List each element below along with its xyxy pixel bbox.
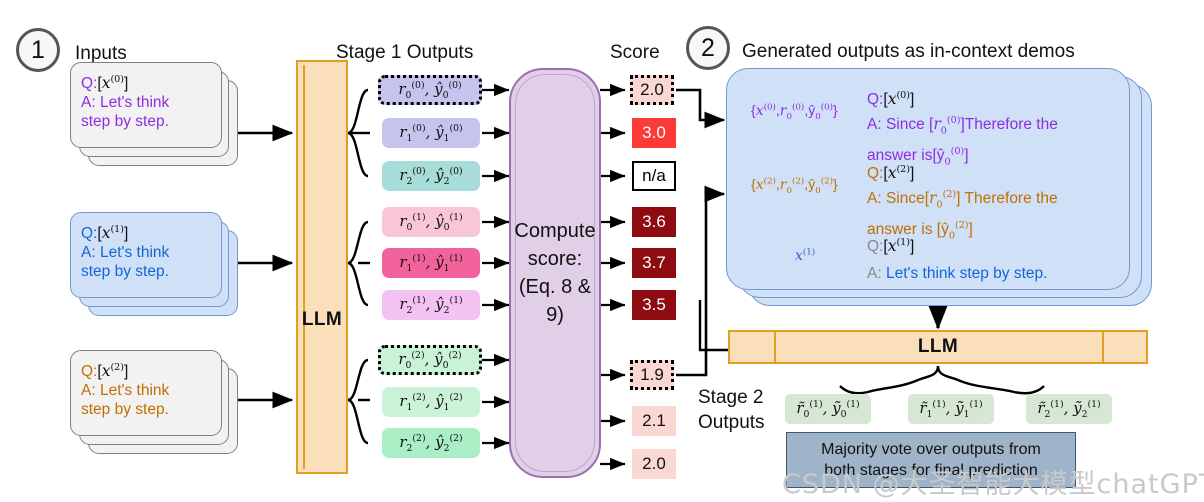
stage1-output-0[interactable]: r0(0), ŷ0(0): [378, 75, 482, 105]
score-chip-7[interactable]: 2.1: [632, 406, 676, 436]
watermark: CSDN @大圣智能大模型chatGPT培训咨询叶梓: [782, 469, 1204, 500]
stage1-output-6[interactable]: r0(2), ŷ0(2): [378, 345, 482, 375]
llm-bar-label: LLM: [917, 336, 959, 357]
stage2-output-0[interactable]: r̃0(1), ỹ0(1): [785, 394, 871, 424]
llm-bar-stage2[interactable]: LLM: [728, 330, 1148, 364]
demo-query-a: A: Let's think step by step.: [867, 265, 1048, 283]
heading-stage2-line2: Outputs: [698, 412, 765, 433]
heading-generated-demos: Generated outputs as in-context demos: [742, 41, 1075, 62]
score-chip-4[interactable]: 3.7: [632, 248, 676, 278]
input-0-a-line2: step by step.: [81, 113, 169, 131]
demo-query-q: Q:[x(1)]: [867, 237, 915, 256]
stage1-output-4[interactable]: r1(1), ŷ1(1): [382, 248, 480, 278]
step-badge-2-label: 2: [701, 33, 715, 62]
input-1-q-sup: (1): [110, 224, 125, 235]
llm-column[interactable]: LLM: [296, 60, 348, 474]
input-1-a-line2: step by step.: [81, 263, 169, 281]
score-chip-5[interactable]: 3.5: [632, 290, 676, 320]
stage1-output-3[interactable]: r0(1), ŷ0(1): [382, 207, 480, 237]
input-0-q-prefix: Q:: [81, 75, 98, 93]
demo-1-q: Q:[x(2)]: [867, 164, 915, 183]
input-0-a-line1: A: Let's think: [81, 94, 170, 112]
stage1-output-1[interactable]: r1(0), ŷ1(0): [382, 118, 480, 148]
stage1-output-5-text: r2(1), ŷ2(1): [399, 294, 463, 316]
llm-column-label: LLM: [301, 309, 343, 330]
stage1-output-1-text: r1(0), ŷ1(0): [399, 122, 463, 144]
demo-set-0: {x(0),r0(0),ŷ0(0)}: [751, 102, 838, 122]
heading-stage2-line1: Stage 2: [698, 387, 764, 408]
compute-score-box[interactable]: Compute score: (Eq. 8 & 9): [509, 68, 601, 478]
demo-0-q: Q:[x(0)]: [867, 90, 915, 109]
majority-vote-line1: Majority vote over outputs from: [821, 441, 1041, 458]
score-chip-1[interactable]: 3.0: [632, 118, 676, 148]
compute-score-line1: Compute: [514, 220, 596, 242]
score-chip-3[interactable]: 3.6: [632, 207, 676, 237]
score-chip-0[interactable]: 2.0: [630, 75, 674, 105]
input-stack-0[interactable]: Q:[x(0)] A: Let's think step by step.: [70, 62, 238, 166]
llm-bar-divider-right: [1102, 332, 1104, 362]
stage1-output-7[interactable]: r1(2), ŷ1(2): [382, 387, 480, 417]
stage1-output-2[interactable]: r2(0), ŷ2(0): [382, 161, 480, 191]
input-card-front[interactable]: Q:[x(0)] A: Let's think step by step.: [70, 62, 222, 148]
llm-column-inner-rule: [303, 65, 305, 469]
demo-1-a-line1: A: Since[r0(2)] Therefore the: [867, 189, 1058, 211]
stage1-output-7-text: r1(2), ŷ1(2): [399, 391, 463, 413]
heading-stage1-outputs: Stage 1 Outputs: [336, 42, 474, 63]
stage1-output-2-text: r2(0), ŷ2(0): [399, 165, 463, 187]
score-chip-8[interactable]: 2.0: [632, 449, 676, 479]
input-stack-2[interactable]: Q:[x(2)] A: Let's think step by step.: [70, 350, 238, 454]
stage1-output-6-text: r0(2), ŷ0(2): [398, 349, 462, 371]
demo-query-block: Q:[x(1)] A: Let's think step by step.: [867, 232, 1047, 284]
stage1-output-8-text: r2(2), ŷ2(2): [399, 432, 463, 454]
demo-0-a-line1: A: Since [r0(0)]Therefore the: [867, 115, 1058, 137]
compute-score-line3: (Eq. 8 & 9): [518, 276, 592, 326]
step-badge-1: 1: [16, 28, 60, 72]
score-chip-6[interactable]: 1.9: [630, 360, 674, 390]
step-badge-2: 2: [686, 26, 730, 70]
stage1-output-3-text: r0(1), ŷ0(1): [399, 211, 463, 233]
stage1-output-5[interactable]: r2(1), ŷ2(1): [382, 290, 480, 320]
stage2-output-1[interactable]: r̃1(1), ỹ1(1): [908, 394, 994, 424]
stage2-output-1-text: r̃1(1), ỹ1(1): [919, 398, 983, 420]
input-2-a-line1: A: Let's think: [81, 382, 170, 400]
input-0-q-sup: (0): [110, 74, 125, 85]
input-1-q-prefix: Q:: [81, 225, 98, 243]
score-chip-2[interactable]: n/a: [632, 161, 676, 191]
input-card-front[interactable]: Q:[x(1)] A: Let's think step by step.: [70, 212, 222, 298]
stage1-output-0-text: r0(0), ŷ0(0): [398, 79, 462, 101]
input-1-a-line1: A: Let's think: [81, 244, 170, 262]
input-card-front[interactable]: Q:[x(2)] A: Let's think step by step.: [70, 350, 222, 436]
stage1-output-4-text: r1(1), ŷ1(1): [399, 252, 463, 274]
step-badge-1-label: 1: [31, 35, 45, 64]
heading-score: Score: [610, 42, 660, 63]
stage1-output-8[interactable]: r2(2), ŷ2(2): [382, 428, 480, 458]
input-2-a-line2: step by step.: [81, 401, 169, 419]
stage2-output-2[interactable]: r̃2(1), ỹ2(1): [1026, 394, 1112, 424]
demo-panel-front[interactable]: {x(0),r0(0),ŷ0(0)} Q:[x(0)] A: Since [r0…: [726, 68, 1130, 290]
input-2-q-prefix: Q:: [81, 363, 98, 381]
stage2-output-0-text: r̃0(1), ỹ0(1): [796, 398, 860, 420]
compute-score-line2: score:: [527, 248, 583, 270]
demo-set-1: {x(2),r0(2),ŷ0(2)}: [751, 176, 838, 196]
demo-query-label: x(1): [795, 247, 816, 264]
input-stack-1[interactable]: Q:[x(1)] A: Let's think step by step.: [70, 212, 238, 316]
heading-stage2-outputs: Stage 2 Outputs: [698, 385, 765, 435]
llm-bar-divider-left: [774, 332, 776, 362]
stage2-output-2-text: r̃2(1), ỹ2(1): [1037, 398, 1101, 420]
input-2-q-sup: (2): [110, 362, 125, 373]
